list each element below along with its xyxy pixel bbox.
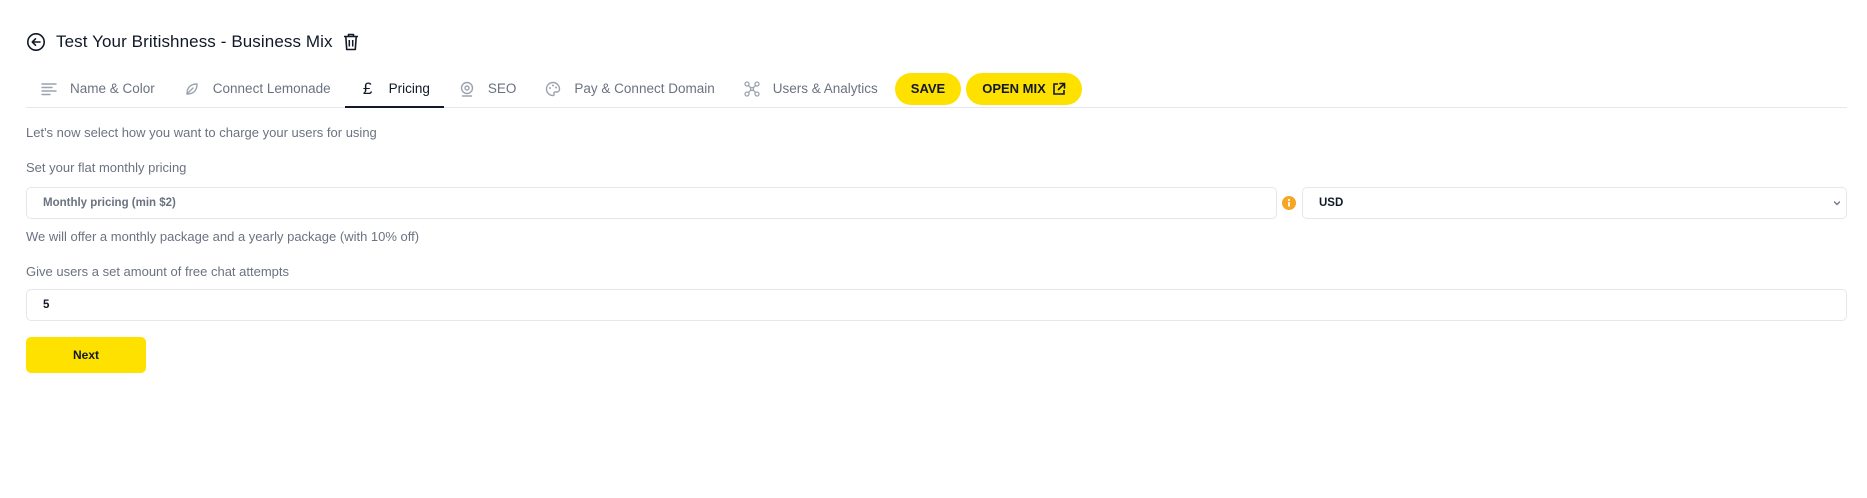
currency-select[interactable]: USD [1302, 187, 1847, 219]
webcam-icon [458, 80, 476, 98]
pound-icon: £ [362, 78, 373, 98]
next-button[interactable]: Next [26, 337, 146, 373]
open-mix-label: OPEN MIX [982, 81, 1046, 96]
trash-icon[interactable] [342, 32, 360, 52]
tab-label: Name & Color [70, 81, 155, 96]
page-header: Test Your Britishness - Business Mix [26, 28, 360, 56]
tab-pricing[interactable]: £ Pricing [344, 70, 445, 108]
open-mix-button[interactable]: OPEN MIX [966, 72, 1082, 105]
tab-label: Connect Lemonade [212, 81, 331, 96]
tab-connect-lemonade[interactable]: Connect Lemonade [169, 70, 345, 107]
back-arrow-icon[interactable] [26, 32, 46, 52]
tab-label: Users & Analytics [772, 81, 878, 96]
tab-seo[interactable]: SEO [444, 70, 531, 107]
text-lines-icon [40, 80, 58, 98]
settings-tabs: Name & Color Connect Lemonade £ Pricing … [26, 70, 1847, 108]
page-title: Test Your Britishness - Business Mix [56, 32, 333, 51]
chevron-down-icon [1832, 198, 1842, 208]
monthly-pricing-input[interactable] [26, 187, 1277, 219]
tab-pay-connect-domain[interactable]: Pay & Connect Domain [530, 70, 728, 107]
tab-label: SEO [487, 81, 517, 96]
pricing-label: Set your flat monthly pricing [26, 160, 187, 175]
network-icon [743, 80, 761, 98]
intro-text: Let's now select how you want to charge … [26, 125, 377, 140]
free-attempts-label: Give users a set amount of free chat att… [26, 264, 290, 279]
palette-icon [544, 80, 562, 98]
free-attempts-value: 5 [43, 299, 50, 311]
leaf-icon [183, 80, 201, 98]
free-attempts-input[interactable]: 5 [26, 289, 1847, 321]
tab-label: Pay & Connect Domain [574, 81, 715, 96]
save-button[interactable]: SAVE [894, 72, 962, 105]
info-icon[interactable] [1282, 196, 1296, 210]
tab-name-color[interactable]: Name & Color [26, 70, 169, 107]
currency-value: USD [1319, 197, 1344, 209]
external-link-icon [1052, 82, 1066, 96]
tab-label: Pricing [388, 81, 430, 96]
pricing-note: We will offer a monthly package and a ye… [26, 229, 420, 244]
tab-users-analytics[interactable]: Users & Analytics [729, 70, 892, 107]
